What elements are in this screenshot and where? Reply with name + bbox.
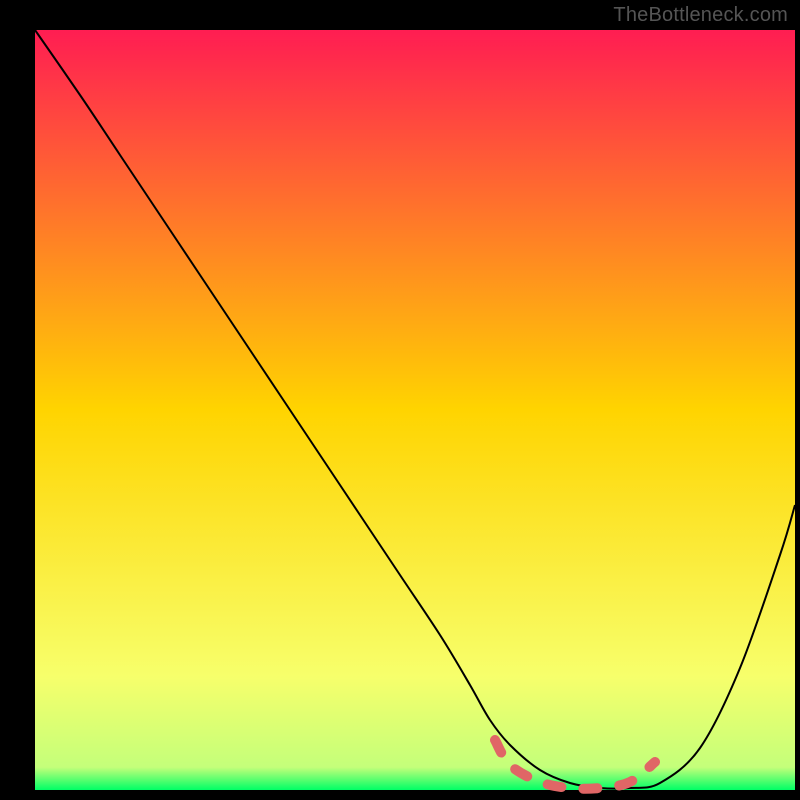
watermark-text: TheBottleneck.com [613,4,788,27]
plot-background [35,30,795,790]
bottleneck-chart [0,0,800,800]
chart-frame: TheBottleneck.com [0,0,800,800]
